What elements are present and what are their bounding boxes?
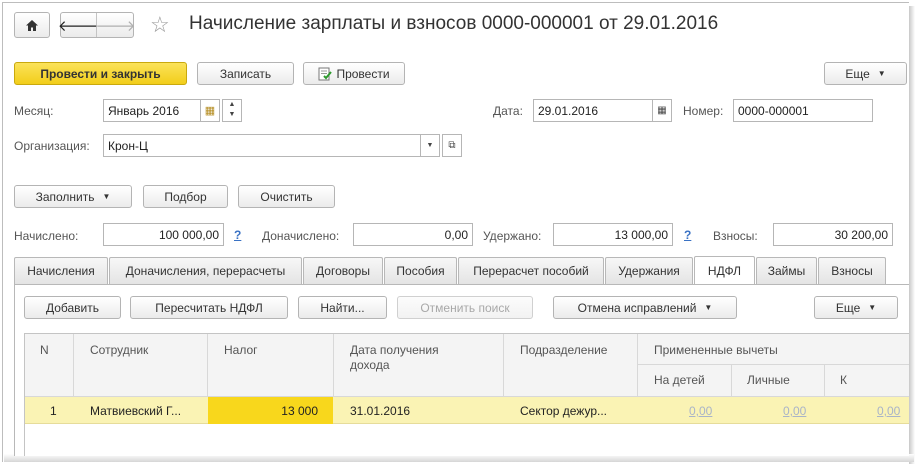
- column-header-date-line1[interactable]: Дата получения: [350, 343, 439, 357]
- withheld-label: Удержано:: [483, 229, 542, 243]
- post-document-icon: [318, 67, 333, 80]
- withheld-value: 13 000,00: [553, 223, 673, 246]
- organization-open-icon[interactable]: ⧉: [442, 134, 462, 157]
- accrued-help-link[interactable]: ?: [234, 228, 241, 242]
- table-more-button[interactable]: Еще ▼: [814, 296, 898, 319]
- date-input[interactable]: 29.01.2016: [533, 99, 653, 122]
- forward-arrow-icon[interactable]: 🡒: [95, 13, 135, 37]
- col-divider: [207, 334, 208, 396]
- row-n: 1: [50, 404, 57, 418]
- column-header-k[interactable]: К: [840, 373, 847, 387]
- column-header-department[interactable]: Подразделение: [520, 343, 607, 357]
- nav-back-forward: 🡐 🡒: [58, 12, 136, 38]
- cancel-corrections-button[interactable]: Отмена исправлений ▼: [553, 296, 737, 319]
- organization-input[interactable]: Крон-Ц: [103, 134, 421, 157]
- clear-button[interactable]: Очистить: [238, 185, 335, 208]
- month-stepper[interactable]: ▲ ▼: [222, 99, 242, 122]
- column-header-personal[interactable]: Личные: [747, 373, 790, 387]
- number-input[interactable]: 0000-000001: [733, 99, 873, 122]
- post-button-label: Провести: [336, 66, 390, 81]
- date-label: Дата:: [493, 104, 523, 118]
- row-employee: Матвиевский Г...: [90, 404, 182, 418]
- fill-button-label: Заполнить: [35, 189, 95, 204]
- date-calendar-icon[interactable]: ▦: [652, 99, 672, 122]
- tab-contributions[interactable]: Взносы: [818, 257, 886, 284]
- organization-label: Организация:: [14, 139, 90, 153]
- row-personal-deduction-link[interactable]: 0,00: [783, 404, 806, 418]
- col-divider: [637, 334, 638, 396]
- row-date: 31.01.2016: [350, 404, 411, 418]
- accrued-label: Начислено:: [14, 229, 79, 243]
- home-button[interactable]: [14, 12, 50, 38]
- chevron-down-icon: ▼: [868, 303, 877, 312]
- cancel-corrections-label: Отмена исправлений: [577, 300, 697, 315]
- row-k-deduction-link[interactable]: 0,00: [877, 404, 900, 418]
- additional-label: Доначислено:: [262, 229, 340, 243]
- col-divider: [73, 334, 74, 396]
- contributions-value: 30 200,00: [773, 223, 893, 246]
- tab-ndfl[interactable]: НДФЛ: [694, 256, 755, 285]
- deductions-subheader-divider: [638, 364, 909, 365]
- tab-contracts[interactable]: Договоры: [303, 257, 383, 284]
- tab-deductions[interactable]: Удержания: [605, 257, 693, 284]
- stepper-down-icon[interactable]: ▼: [223, 110, 241, 120]
- page-title: Начисление зарплаты и взносов 0000-00000…: [189, 13, 719, 34]
- stepper-up-icon[interactable]: ▲: [223, 100, 241, 110]
- recalculate-ndfl-button[interactable]: Пересчитать НДФЛ: [130, 296, 288, 319]
- col-divider: [333, 334, 334, 396]
- add-button[interactable]: Добавить: [24, 296, 121, 319]
- col-divider: [503, 334, 504, 396]
- more-button[interactable]: Еще ▼: [824, 62, 907, 85]
- cancel-search-button[interactable]: Отменить поиск: [397, 296, 533, 319]
- organization-dropdown-icon[interactable]: ▼: [420, 134, 440, 157]
- row-tax: 13 000: [281, 404, 318, 418]
- column-header-date-line2[interactable]: дохода: [350, 358, 390, 372]
- additional-value: 0,00: [353, 223, 473, 246]
- month-label: Месяц:: [14, 104, 54, 118]
- col-divider: [824, 365, 825, 396]
- post-and-close-button[interactable]: Провести и закрыть: [14, 62, 187, 85]
- more-button-label: Еще: [845, 66, 870, 81]
- col-divider: [731, 365, 732, 396]
- chevron-down-icon: ▼: [877, 69, 886, 78]
- table-more-label: Еще: [835, 300, 861, 315]
- contributions-label: Взносы:: [713, 229, 758, 243]
- column-header-deductions: Примененные вычеты: [654, 343, 778, 357]
- select-button[interactable]: Подбор: [143, 185, 228, 208]
- tab-loans[interactable]: Займы: [756, 257, 817, 284]
- column-header-children[interactable]: На детей: [654, 373, 705, 387]
- number-label: Номер:: [683, 104, 724, 118]
- column-header-tax[interactable]: Налог: [224, 343, 258, 357]
- tab-benefits[interactable]: Пособия: [384, 257, 457, 284]
- month-input[interactable]: Январь 2016: [103, 99, 201, 122]
- fill-button[interactable]: Заполнить ▼: [14, 185, 132, 208]
- home-icon: [26, 19, 38, 31]
- accrued-value: 100 000,00: [103, 223, 224, 246]
- row-department: Сектор дежур...: [520, 404, 608, 418]
- back-arrow-icon[interactable]: 🡐: [58, 13, 98, 37]
- tab-accruals[interactable]: Начисления: [14, 257, 108, 284]
- tab-additional-accruals[interactable]: Доначисления, перерасчеты: [109, 257, 302, 284]
- row-children-deduction-link[interactable]: 0,00: [689, 404, 712, 418]
- star-icon[interactable]: ☆: [150, 12, 170, 38]
- tab-benefit-recalc[interactable]: Перерасчет пособий: [458, 257, 604, 284]
- column-header-n[interactable]: N: [40, 343, 49, 357]
- find-button[interactable]: Найти...: [298, 296, 387, 319]
- column-header-employee[interactable]: Сотрудник: [90, 343, 148, 357]
- chevron-down-icon: ▼: [704, 303, 713, 312]
- withheld-help-link[interactable]: ?: [684, 228, 691, 242]
- window-shadow-right: [909, 6, 915, 464]
- month-calendar-icon[interactable]: ▦: [200, 99, 220, 122]
- chevron-down-icon: ▼: [102, 192, 111, 201]
- save-button[interactable]: Записать: [197, 62, 294, 85]
- post-button[interactable]: Провести: [303, 62, 405, 85]
